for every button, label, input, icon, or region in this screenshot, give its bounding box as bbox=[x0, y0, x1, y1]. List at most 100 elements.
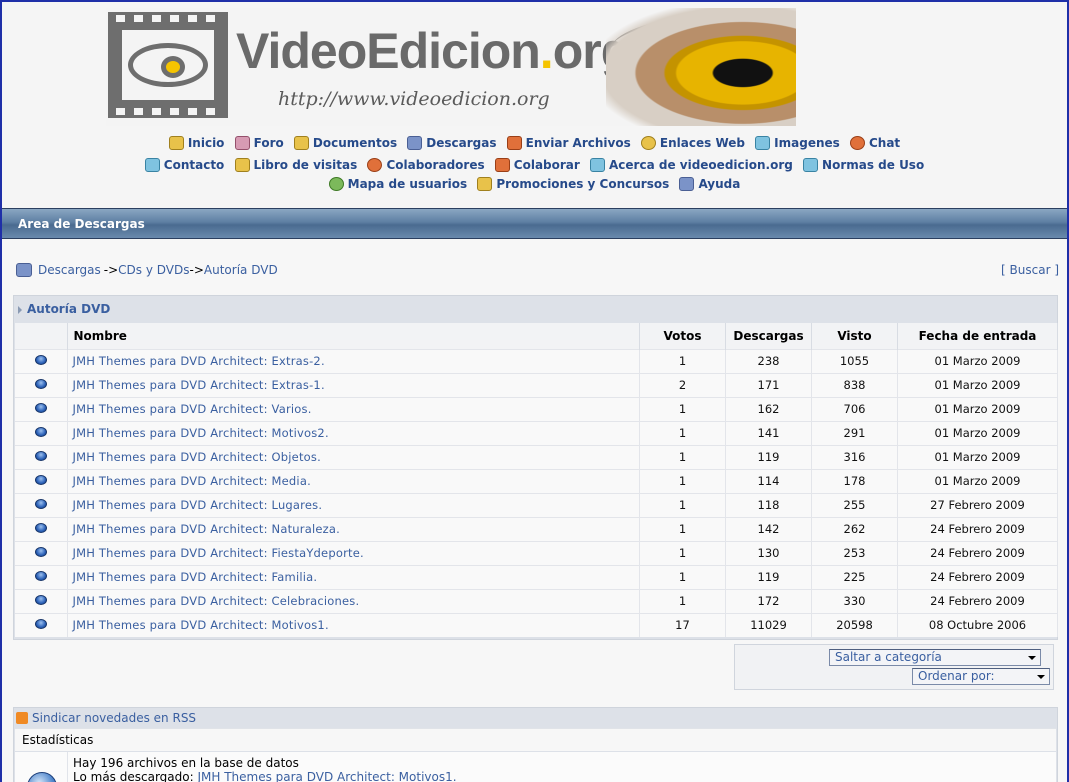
file-votes: 1 bbox=[639, 348, 726, 373]
section-title-bar: Area de Descargas bbox=[2, 208, 1067, 239]
table-row: JMH Themes para DVD Architect: Objetos. 1… bbox=[15, 444, 1058, 469]
file-date: 24 Febrero 2009 bbox=[897, 564, 1058, 589]
order-by-select[interactable]: Ordenar por: bbox=[912, 668, 1050, 685]
rss-link[interactable]: Sindicar novedades en RSS bbox=[32, 708, 196, 728]
file-date: 24 Febrero 2009 bbox=[897, 540, 1058, 565]
category-jump-select[interactable]: Saltar a categoría bbox=[829, 649, 1041, 666]
breadcrumb-current[interactable]: Autoría DVD bbox=[204, 263, 278, 277]
downloads-category-panel: Autoría DVD Nombre Votos Descargas Visto… bbox=[13, 295, 1058, 640]
nav-label: Inicio bbox=[187, 136, 225, 150]
nav-label: Documentos bbox=[312, 136, 398, 150]
file-bullet-cell bbox=[15, 516, 68, 541]
file-name-link[interactable]: JMH Themes para DVD Architect: Objetos. bbox=[67, 444, 640, 469]
column-header-votos[interactable]: Votos bbox=[639, 323, 726, 349]
nav-link-chat[interactable]: Chat bbox=[849, 132, 900, 154]
browser-page: VideoEdicion.org http://www.videoedicion… bbox=[0, 0, 1069, 782]
category-title[interactable]: Autoría DVD bbox=[27, 296, 110, 323]
file-disk-icon bbox=[34, 499, 47, 509]
file-name-link[interactable]: JMH Themes para DVD Architect: FiestaYde… bbox=[67, 540, 640, 565]
home-icon bbox=[168, 136, 184, 150]
globe-link-icon bbox=[640, 136, 656, 150]
breadcrumb-link-descargas[interactable]: Descargas bbox=[38, 263, 101, 277]
breadcrumb: Descargas -> CDs y DVDs -> Autoría DVD bbox=[16, 263, 278, 277]
file-name-link[interactable]: JMH Themes para DVD Architect: Lugares. bbox=[67, 492, 640, 517]
nav-link-foro[interactable]: Foro bbox=[234, 132, 284, 154]
file-views: 838 bbox=[811, 372, 898, 397]
nav-link-ayuda[interactable]: Ayuda bbox=[679, 176, 740, 192]
nav-link-promociones[interactable]: Promociones y Concursos bbox=[477, 176, 669, 192]
column-header-visto[interactable]: Visto bbox=[811, 323, 898, 349]
file-votes: 1 bbox=[639, 492, 726, 517]
most-downloaded-link[interactable]: JMH Themes para DVD Architect: Motivos1. bbox=[197, 770, 456, 782]
file-views: 225 bbox=[811, 564, 898, 589]
expand-triangle-icon bbox=[18, 305, 22, 314]
nav-link-documentos[interactable]: Documentos bbox=[293, 132, 398, 154]
file-downloads: 118 bbox=[725, 492, 812, 517]
nav-link-colaboradores[interactable]: Colaboradores bbox=[367, 154, 485, 176]
file-name-link[interactable]: JMH Themes para DVD Architect: Familia. bbox=[67, 564, 640, 589]
table-row: JMH Themes para DVD Architect: Extras-1.… bbox=[15, 372, 1058, 397]
file-name-link[interactable]: JMH Themes para DVD Architect: Naturalez… bbox=[67, 516, 640, 541]
site-logo[interactable]: VideoEdicion.org http://www.videoedicion… bbox=[106, 8, 796, 126]
nav-link-normas-de-uso[interactable]: Normas de Uso bbox=[803, 154, 924, 176]
file-name-link[interactable]: JMH Themes para DVD Architect: Extras-2. bbox=[67, 348, 640, 373]
nav-link-acerca[interactable]: Acerca de videoedicion.org bbox=[590, 154, 793, 176]
send-files-icon bbox=[506, 136, 522, 150]
search-link[interactable]: [ Buscar ] bbox=[1001, 263, 1059, 277]
nav-label: Enviar Archivos bbox=[525, 136, 631, 150]
table-row: JMH Themes para DVD Architect: Extras-2.… bbox=[15, 348, 1058, 373]
column-header-descargas[interactable]: Descargas bbox=[725, 323, 812, 349]
images-icon bbox=[755, 136, 771, 150]
breadcrumb-link-cds-dvds[interactable]: CDs y DVDs bbox=[118, 263, 189, 277]
nav-link-descargas[interactable]: Descargas bbox=[407, 132, 496, 154]
file-date: 01 Marzo 2009 bbox=[897, 444, 1058, 469]
file-downloads: 119 bbox=[725, 444, 812, 469]
file-name-link[interactable]: JMH Themes para DVD Architect: Motivos2. bbox=[67, 420, 640, 445]
column-header-nombre[interactable]: Nombre bbox=[67, 323, 640, 349]
file-downloads: 172 bbox=[725, 588, 812, 613]
file-views: 178 bbox=[811, 468, 898, 493]
nav-row-3: Mapa de usuarios Promociones y Concursos… bbox=[2, 176, 1067, 194]
floppy-disk-icon bbox=[407, 136, 423, 150]
category-header: Autoría DVD bbox=[14, 296, 1057, 323]
file-views: 262 bbox=[811, 516, 898, 541]
help-icon bbox=[679, 177, 695, 191]
statistics-body: Hay 196 archivos en la base de datos Lo … bbox=[15, 752, 1056, 782]
nav-link-enlaces-web[interactable]: Enlaces Web bbox=[640, 132, 745, 154]
file-votes: 1 bbox=[639, 420, 726, 445]
file-downloads: 171 bbox=[725, 372, 812, 397]
column-header-fecha[interactable]: Fecha de entrada bbox=[897, 323, 1058, 349]
file-disk-icon bbox=[34, 355, 47, 365]
breadcrumb-separator: -> bbox=[189, 263, 204, 277]
rss-row: Sindicar novedades en RSS bbox=[14, 708, 1057, 728]
file-disk-icon bbox=[34, 451, 47, 461]
file-downloads: 11029 bbox=[725, 612, 812, 637]
file-views: 330 bbox=[811, 588, 898, 613]
file-downloads: 119 bbox=[725, 564, 812, 589]
nav-link-enviar-archivos[interactable]: Enviar Archivos bbox=[506, 132, 631, 154]
file-name-link[interactable]: JMH Themes para DVD Architect: Extras-1. bbox=[67, 372, 640, 397]
nav-link-libro-de-visitas[interactable]: Libro de visitas bbox=[234, 154, 357, 176]
nav-link-colaborar[interactable]: Colaborar bbox=[494, 154, 580, 176]
chevron-down-icon bbox=[1028, 656, 1036, 660]
nav-link-inicio[interactable]: Inicio bbox=[168, 132, 225, 154]
nav-link-imagenes[interactable]: Imagenes bbox=[755, 132, 840, 154]
file-downloads: 162 bbox=[725, 396, 812, 421]
file-date: 08 Octubre 2006 bbox=[897, 612, 1058, 637]
rss-feed-icon bbox=[16, 712, 28, 724]
file-name-link[interactable]: JMH Themes para DVD Architect: Celebraci… bbox=[67, 588, 640, 613]
nav-label: Acerca de videoedicion.org bbox=[609, 158, 793, 172]
nav-label: Enlaces Web bbox=[659, 136, 745, 150]
file-name-link[interactable]: JMH Themes para DVD Architect: Motivos1. bbox=[67, 612, 640, 637]
file-name-link[interactable]: JMH Themes para DVD Architect: Varios. bbox=[67, 396, 640, 421]
file-votes: 1 bbox=[639, 444, 726, 469]
nav-link-contacto[interactable]: Contacto bbox=[144, 154, 224, 176]
file-disk-icon bbox=[34, 523, 47, 533]
file-votes: 1 bbox=[639, 588, 726, 613]
order-by-select-value: Ordenar por: bbox=[918, 669, 995, 683]
file-bullet-cell bbox=[15, 492, 68, 517]
nav-link-mapa-de-usuarios[interactable]: Mapa de usuarios bbox=[328, 176, 467, 192]
file-disk-icon bbox=[34, 547, 47, 557]
file-name-link[interactable]: JMH Themes para DVD Architect: Media. bbox=[67, 468, 640, 493]
main-navigation: Inicio Foro Documentos Descargas Enviar … bbox=[2, 132, 1067, 194]
